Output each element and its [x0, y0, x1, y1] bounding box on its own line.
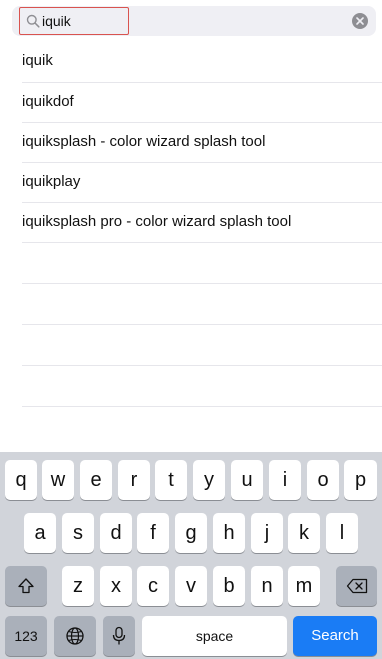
key-q[interactable]: q	[5, 460, 37, 500]
key-d[interactable]: d	[100, 513, 132, 553]
key-f[interactable]: f	[137, 513, 169, 553]
search-key[interactable]: Search	[293, 616, 377, 656]
key-t[interactable]: t	[155, 460, 187, 500]
key-y[interactable]: y	[193, 460, 225, 500]
shift-icon	[18, 578, 34, 594]
clear-icon[interactable]	[352, 13, 368, 29]
suggestion-label: iquikdof	[22, 93, 74, 110]
globe-key[interactable]	[54, 616, 96, 656]
key-k[interactable]: k	[288, 513, 320, 553]
backspace-key[interactable]	[336, 566, 377, 606]
empty-row	[22, 324, 382, 365]
suggestion-label: iquiksplash pro - color wizard splash to…	[22, 213, 292, 230]
key-v[interactable]: v	[175, 566, 207, 606]
search-input[interactable]	[42, 8, 126, 34]
key-o[interactable]: o	[307, 460, 339, 500]
key-e[interactable]: e	[80, 460, 112, 500]
key-s[interactable]: s	[62, 513, 94, 553]
numbers-key[interactable]: 123	[5, 616, 47, 656]
key-b[interactable]: b	[213, 566, 245, 606]
suggestion-label: iquikplay	[22, 173, 81, 190]
suggestion-label: iquiksplash - color wizard splash tool	[22, 133, 266, 150]
empty-row	[22, 283, 382, 324]
suggestion-item[interactable]: iquikplay	[22, 162, 382, 202]
empty-row	[22, 406, 382, 447]
key-x[interactable]: x	[100, 566, 132, 606]
key-i[interactable]: i	[269, 460, 301, 500]
space-key[interactable]: space	[142, 616, 287, 656]
dictation-key[interactable]	[103, 616, 135, 656]
suggestion-item[interactable]: iquiksplash - color wizard splash tool	[22, 122, 382, 162]
key-u[interactable]: u	[231, 460, 263, 500]
key-m[interactable]: m	[288, 566, 320, 606]
search-bar[interactable]	[12, 6, 376, 36]
empty-row	[22, 365, 382, 406]
key-j[interactable]: j	[251, 513, 283, 553]
suggestion-item[interactable]: iquikdof	[22, 82, 382, 122]
microphone-icon	[112, 626, 126, 645]
key-g[interactable]: g	[175, 513, 207, 553]
key-r[interactable]: r	[118, 460, 150, 500]
key-z[interactable]: z	[62, 566, 94, 606]
key-h[interactable]: h	[213, 513, 245, 553]
empty-row	[22, 242, 382, 283]
search-field-highlight[interactable]	[19, 7, 129, 35]
key-w[interactable]: w	[42, 460, 74, 500]
suggestion-label: iquik	[22, 52, 53, 69]
suggestion-item[interactable]: iquik	[22, 42, 382, 82]
key-n[interactable]: n	[251, 566, 283, 606]
keyboard: q w e r t y u i o p a s d f g h j k l z …	[0, 452, 382, 659]
key-l[interactable]: l	[326, 513, 358, 553]
suggestion-list: iquik iquikdof iquiksplash - color wizar…	[0, 42, 382, 447]
backspace-icon	[346, 578, 367, 594]
screen: iquik iquikdof iquiksplash - color wizar…	[0, 0, 382, 659]
shift-key[interactable]	[5, 566, 47, 606]
search-icon	[26, 14, 40, 28]
globe-icon	[66, 627, 84, 645]
suggestion-item[interactable]: iquiksplash pro - color wizard splash to…	[22, 202, 382, 242]
key-p[interactable]: p	[344, 460, 377, 500]
key-a[interactable]: a	[24, 513, 56, 553]
key-c[interactable]: c	[137, 566, 169, 606]
